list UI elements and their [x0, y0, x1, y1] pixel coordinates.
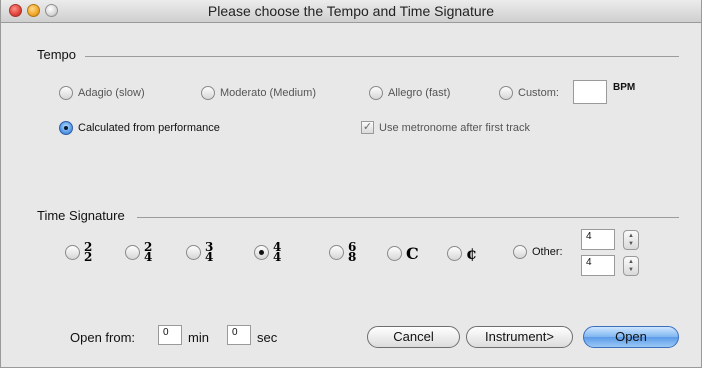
checkmark-icon: ✓ — [361, 121, 374, 134]
tempo-divider — [85, 56, 679, 57]
time-signature-option-common[interactable]: C — [387, 244, 419, 263]
sec-label: sec — [257, 330, 278, 345]
tempo-option-allegro[interactable]: Allegro (fast) — [369, 86, 450, 100]
time-signature-option-other[interactable]: Other: — [513, 245, 563, 259]
tempo-heading: Tempo — [37, 47, 77, 62]
other-denominator-input[interactable]: 4 — [581, 255, 615, 276]
cut-time-icon: ¢ — [466, 244, 478, 263]
time-signature-6-8-icon: 6 8 — [348, 241, 357, 264]
ts-denominator: 4 — [273, 250, 282, 264]
tempo-option-allegro-label: Allegro (fast) — [388, 87, 451, 99]
time-signature-2-2-icon: 2 2 — [84, 241, 93, 264]
tempo-option-custom-label: Custom: — [518, 87, 559, 99]
radio-icon — [369, 86, 383, 100]
ts-denominator: 4 — [144, 250, 153, 264]
radio-icon — [186, 244, 201, 260]
radio-icon — [201, 86, 215, 100]
time-signature-option-3-4[interactable]: 3 4 — [186, 241, 214, 264]
time-signature-option-6-8[interactable]: 6 8 — [329, 241, 357, 264]
instrument-button[interactable]: Instrument> — [466, 326, 573, 348]
open-from-label: Open from: — [70, 330, 136, 345]
open-from-sec-input[interactable]: 0 — [227, 325, 251, 345]
window-title: Please choose the Tempo and Time Signatu… — [207, 3, 495, 19]
radio-icon — [65, 244, 80, 260]
time-signature-option-2-4[interactable]: 2 4 — [125, 241, 153, 264]
open-button[interactable]: Open — [583, 326, 679, 348]
tempo-option-moderato-label: Moderato (Medium) — [220, 87, 316, 99]
title-bar[interactable]: Please choose the Tempo and Time Signatu… — [1, 0, 701, 23]
tempo-option-calculated-label: Calculated from performance — [78, 122, 220, 134]
time-signature-divider — [137, 217, 679, 218]
radio-icon — [513, 245, 527, 259]
other-numerator-input[interactable]: 4 — [581, 229, 615, 250]
tempo-option-moderato[interactable]: Moderato (Medium) — [201, 86, 316, 100]
bpm-label: BPM — [613, 82, 636, 93]
time-signature-3-4-icon: 3 4 — [205, 241, 214, 264]
radio-icon — [125, 244, 140, 260]
numerator-stepper[interactable]: ▲ ▼ — [623, 230, 639, 250]
tempo-option-calculated[interactable]: Calculated from performance — [59, 121, 220, 135]
min-label: min — [188, 330, 209, 345]
time-signature-option-cut[interactable]: ¢ — [447, 244, 477, 263]
radio-selected-icon — [254, 244, 269, 260]
tempo-option-adagio-label: Adagio (slow) — [78, 87, 145, 99]
dialog-window: Please choose the Tempo and Time Signatu… — [0, 0, 702, 368]
radio-selected-icon — [59, 121, 73, 135]
radio-icon — [329, 244, 344, 260]
radio-icon — [499, 86, 513, 100]
time-signature-option-4-4[interactable]: 4 4 — [254, 241, 282, 264]
time-signature-other-label: Other: — [532, 246, 563, 258]
time-signature-heading: Time Signature — [37, 208, 125, 223]
ts-denominator: 4 — [205, 250, 214, 264]
open-from-min-input[interactable]: 0 — [158, 325, 182, 345]
cancel-button[interactable]: Cancel — [367, 326, 460, 348]
tempo-option-adagio[interactable]: Adagio (slow) — [59, 86, 145, 100]
custom-bpm-input[interactable] — [573, 80, 607, 104]
time-signature-4-4-icon: 4 4 — [273, 241, 282, 264]
radio-icon — [447, 246, 462, 261]
common-time-icon: C — [406, 244, 419, 263]
denominator-stepper[interactable]: ▲ ▼ — [623, 256, 639, 276]
ts-denominator: 2 — [84, 250, 93, 264]
tempo-option-custom[interactable]: Custom: — [499, 86, 559, 100]
radio-icon — [387, 246, 402, 261]
metronome-checkbox[interactable]: ✓ Use metronome after first track — [361, 121, 530, 134]
ts-denominator: 8 — [348, 250, 357, 264]
time-signature-2-4-icon: 2 4 — [144, 241, 153, 264]
metronome-checkbox-label: Use metronome after first track — [379, 121, 530, 134]
radio-icon — [59, 86, 73, 100]
time-signature-option-2-2[interactable]: 2 2 — [65, 241, 93, 264]
